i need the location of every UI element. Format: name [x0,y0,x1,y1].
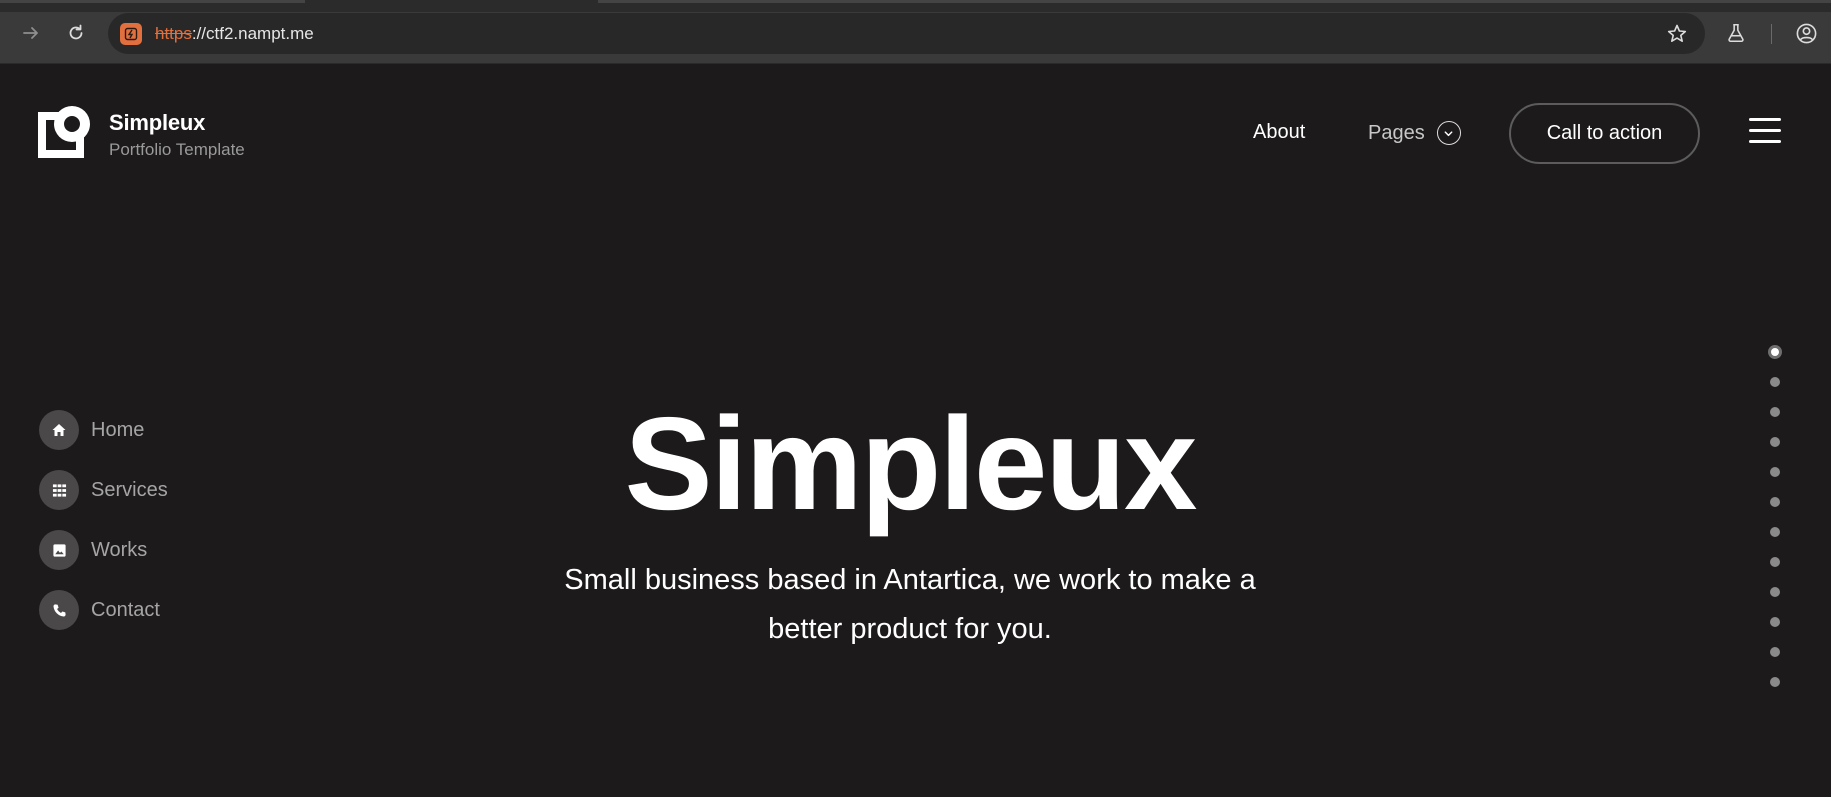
profile-icon [1796,23,1816,43]
pagination-dot[interactable] [1770,617,1780,627]
pagination-dot[interactable] [1770,437,1780,447]
browser-chrome: https://ctf2.nampt.me [0,0,1831,64]
nav-pages-label: Pages [1368,121,1425,144]
nav-about[interactable]: About [1253,121,1305,144]
pagination-dot[interactable] [1770,677,1780,687]
chevron-down-icon [1436,121,1461,145]
tab-strip [0,0,1831,12]
labs-flask-icon [1728,23,1744,43]
profile-button[interactable] [1794,21,1818,45]
pagination-dot-active[interactable] [1768,345,1782,359]
sidebar-item-contact[interactable]: Contact [39,590,168,630]
call-to-action-button[interactable]: Call to action [1509,103,1700,164]
pagination-dot[interactable] [1770,497,1780,507]
nav-pages-dropdown[interactable]: Pages [1368,121,1461,145]
url-host: ://ctf2.nampt.me [191,24,314,43]
brand-logo-icon [38,106,90,158]
pagination-dot[interactable] [1770,647,1780,657]
reload-button[interactable] [63,20,89,46]
hamburger-menu-icon[interactable] [1749,118,1781,144]
brand[interactable]: Simpleux Portfolio Template [38,106,245,160]
forward-button[interactable] [18,20,44,46]
brand-name: Simpleux [109,110,206,135]
hero-title: Simpleux [624,390,1198,537]
pagination-dot[interactable] [1770,377,1780,387]
nav-about-label: About [1253,121,1306,143]
toolbar-divider [1771,24,1772,44]
address-bar[interactable]: https://ctf2.nampt.me [108,13,1705,54]
pagination-dot[interactable] [1770,587,1780,597]
site-insecure-icon[interactable] [120,23,142,45]
reload-icon [69,24,83,40]
pagination-dot[interactable] [1770,407,1780,417]
sidebar-item-works[interactable]: Works [39,530,168,570]
hero-subtitle: Small business based in Antartica, we wo… [564,564,1256,645]
url-scheme: https [155,24,192,43]
section-pagination [1768,345,1782,707]
bookmark-star-icon[interactable] [1666,23,1688,45]
sidebar-item-label: Contact [91,598,160,621]
forward-icon [23,27,38,39]
image-icon [39,530,79,570]
tab-edge [0,0,305,3]
pagination-dot[interactable] [1770,557,1780,567]
pagination-dot[interactable] [1770,467,1780,477]
tab-edge [598,0,1831,3]
labs-button[interactable] [1724,21,1748,45]
pagination-dot[interactable] [1770,527,1780,537]
sidebar-item-label: Works [91,538,148,561]
brand-tagline: Portfolio Template [109,140,245,159]
url-text[interactable]: https://ctf2.nampt.me [155,24,314,44]
page: Simpleux Portfolio Template About Pages … [0,64,1831,797]
phone-icon [39,590,79,630]
